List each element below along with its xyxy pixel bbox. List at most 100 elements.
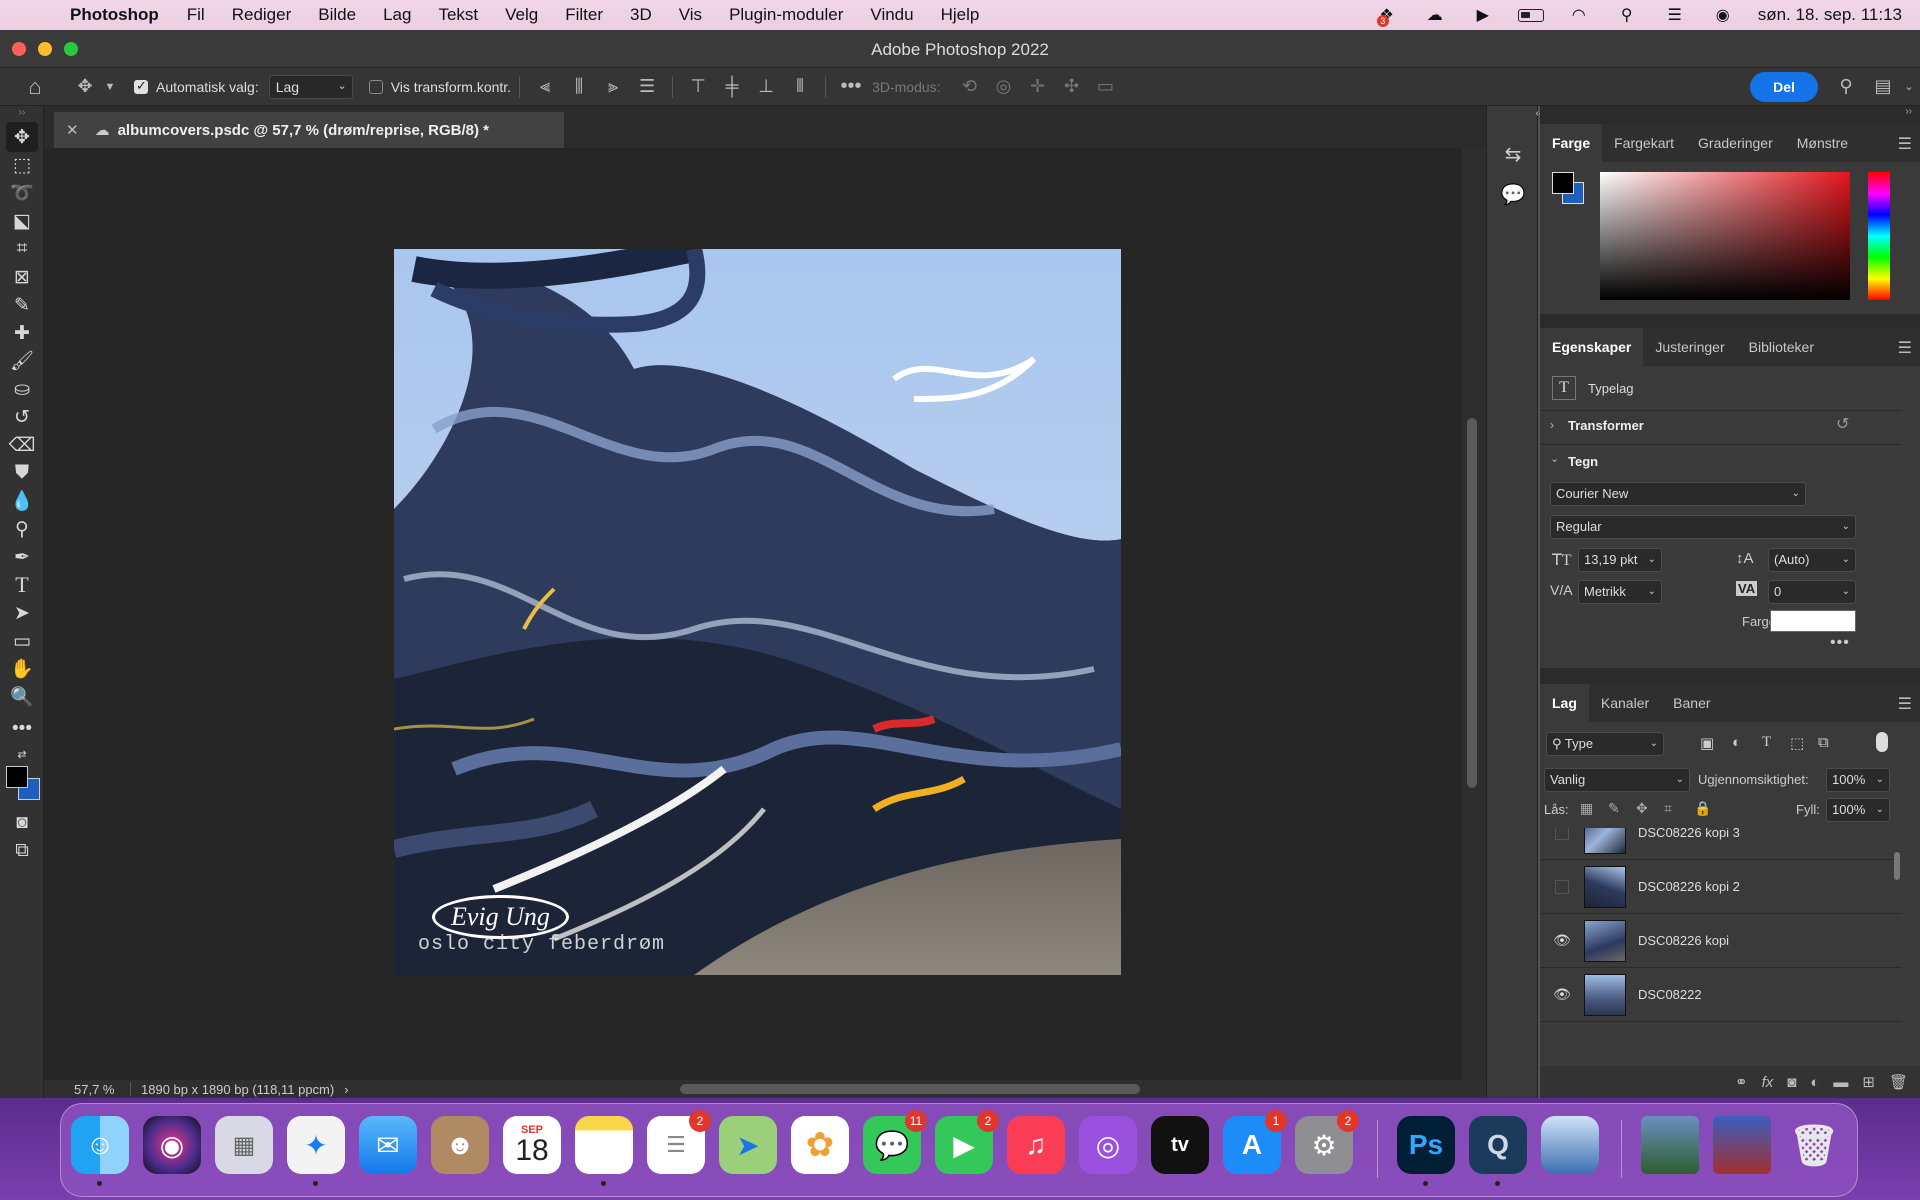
menu-rediger[interactable]: Rediger <box>232 5 292 25</box>
align-right-icon[interactable]: ⫸ <box>596 76 630 97</box>
chevron-down-icon[interactable]: ⌄ <box>1898 80 1920 93</box>
crop-tool-icon[interactable]: ⌗ <box>6 234 38 264</box>
album-cover-artwork[interactable]: Evig Ung oslo city feberdrøm <box>394 249 1121 975</box>
lock-all-icon[interactable]: 🔒 <box>1694 800 1711 817</box>
notes-icon[interactable] <box>575 1116 633 1186</box>
safari-icon[interactable]: ✦ <box>287 1116 345 1186</box>
horizontal-scroll-thumb[interactable] <box>680 1084 1140 1094</box>
auto-select-checkbox[interactable] <box>134 78 148 94</box>
filter-type-icon[interactable]: T <box>1762 734 1771 751</box>
dodge-tool-icon[interactable]: ⚲ <box>6 514 38 544</box>
section-transformer[interactable]: Transformer <box>1568 418 1644 433</box>
menu-bilde[interactable]: Bilde <box>318 5 356 25</box>
expand-panels-icon[interactable]: ›› <box>1905 106 1912 117</box>
eraser-tool-icon[interactable]: ⌫ <box>6 430 38 460</box>
menu-hjelp[interactable]: Hjelp <box>941 5 980 25</box>
chevron-right-icon[interactable]: › <box>1550 418 1554 432</box>
creative-cloud-icon[interactable]: ☁ <box>1422 5 1448 25</box>
reminders-icon[interactable]: ☰ 2 <box>647 1110 711 1174</box>
distribute-icon[interactable]: ☰ <box>630 76 664 97</box>
reset-transform-icon[interactable]: ↺ <box>1836 414 1849 434</box>
blur-tool-icon[interactable]: 💧 <box>6 486 38 516</box>
panel-menu-icon[interactable]: ☰ <box>1898 134 1912 154</box>
app-store-icon[interactable]: A1 <box>1223 1110 1287 1174</box>
dropbox-icon[interactable]: ❖3 <box>1374 5 1400 27</box>
tracking-field[interactable]: 0 ⌄ <box>1768 580 1856 604</box>
filter-toggle-icon[interactable] <box>1876 732 1888 752</box>
preview-icon[interactable] <box>1541 1116 1599 1174</box>
filter-adjustment-icon[interactable]: ◐ <box>1732 734 1741 751</box>
system-settings-icon[interactable]: ⚙ 2 <box>1295 1110 1359 1174</box>
tab-justeringer[interactable]: Justeringer <box>1643 328 1736 366</box>
comments-panel-icon[interactable]: 💬 <box>1499 180 1527 208</box>
clone-stamp-tool-icon[interactable]: ⛀ <box>6 374 38 404</box>
filter-shape-icon[interactable]: ⬚ <box>1790 734 1804 752</box>
launchpad-icon[interactable]: ▦ <box>215 1116 273 1174</box>
podcasts-icon[interactable]: ◎ <box>1079 1116 1137 1174</box>
screen-mode-icon[interactable]: ⧉ <box>6 836 38 866</box>
align-top-icon[interactable]: ⊤ <box>681 76 715 97</box>
tab-farge[interactable]: Farge <box>1540 124 1603 162</box>
menu-vis[interactable]: Vis <box>679 5 702 25</box>
photoshop-icon[interactable]: Ps <box>1397 1116 1455 1186</box>
tab-kanaler[interactable]: Kanaler <box>1589 684 1661 722</box>
auto-select-dropdown[interactable]: Lag ⌄ <box>268 74 353 99</box>
tab-biblioteker[interactable]: Biblioteker <box>1737 328 1826 366</box>
wifi-icon[interactable]: ◠ <box>1566 5 1592 25</box>
menu-velg[interactable]: Velg <box>505 5 538 25</box>
maps-icon[interactable]: ➤ <box>719 1116 777 1174</box>
align-left-icon[interactable]: ⫷ <box>528 76 562 97</box>
color-saturation-field[interactable] <box>1600 172 1850 300</box>
layer-row[interactable]: 👁 DSC08222 <box>1540 968 1902 1022</box>
eye-icon[interactable]: 👁 <box>1540 986 1584 1003</box>
show-transform-checkbox[interactable] <box>368 79 383 94</box>
paint-bucket-tool-icon[interactable]: ⛊ <box>6 458 38 488</box>
frame-tool-icon[interactable]: ⊠ <box>6 262 38 292</box>
3d-camera-icon[interactable]: ▭ <box>1089 76 1123 97</box>
calendar-icon[interactable]: SEP 18 <box>503 1116 561 1174</box>
search-icon[interactable]: ⚲ <box>1824 76 1868 97</box>
quicktime-icon[interactable]: Q <box>1469 1116 1527 1186</box>
blend-mode-dropdown[interactable]: Vanlig ⌄ <box>1544 768 1690 792</box>
workspace-icon[interactable]: ▤ <box>1868 76 1898 97</box>
menubar-clock[interactable]: søn. 18. sep. 11:13 <box>1758 5 1902 25</box>
kerning-field[interactable]: Metrikk ⌄ <box>1578 580 1662 604</box>
menu-tekst[interactable]: Tekst <box>438 5 478 25</box>
layers-scroll-thumb[interactable] <box>1894 852 1900 880</box>
menu-3d[interactable]: 3D <box>630 5 652 25</box>
messages-icon[interactable]: 💬 11 <box>863 1110 927 1174</box>
quick-mask-icon[interactable]: ◙ <box>6 808 38 838</box>
move-tool-preset-icon[interactable]: ✥ <box>70 76 100 97</box>
tab-lag[interactable]: Lag <box>1540 684 1589 722</box>
trash-icon[interactable]: 🗑 <box>1785 1116 1843 1174</box>
align-center-icon[interactable]: ⫼ <box>562 76 596 97</box>
font-family-dropdown[interactable]: Courier New ⌄ <box>1550 482 1806 506</box>
tab-graderinger[interactable]: Graderinger <box>1686 124 1785 162</box>
hand-tool-icon[interactable]: ✋ <box>6 654 38 684</box>
siri-app-icon[interactable]: ◉ <box>143 1116 201 1174</box>
new-adjustment-icon[interactable]: ◐ <box>1810 1074 1819 1091</box>
siri-icon[interactable]: ◉ <box>1710 5 1736 25</box>
share-button[interactable]: Del <box>1750 71 1818 102</box>
more-options-icon[interactable]: ••• <box>1830 634 1850 652</box>
align-middle-icon[interactable]: ╪ <box>715 76 749 97</box>
hue-slider[interactable] <box>1868 172 1890 300</box>
chevron-down-icon[interactable]: ⌄ <box>1550 452 1559 465</box>
delete-layer-icon[interactable]: 🗑 <box>1889 1073 1908 1091</box>
facetime-icon[interactable]: ▶ 2 <box>935 1110 999 1174</box>
eyedropper-tool-icon[interactable]: ✎ <box>6 290 38 320</box>
control-center-icon[interactable]: ☰ <box>1662 5 1688 25</box>
distribute-vertical-icon[interactable]: ⫴ <box>783 76 817 97</box>
layer-visibility-toggle[interactable] <box>1555 828 1569 840</box>
path-selection-tool-icon[interactable]: ➤ <box>6 598 38 628</box>
brush-tool-icon[interactable]: 🖌 <box>6 346 38 376</box>
menu-plugin-moduler[interactable]: Plugin-moduler <box>729 5 843 25</box>
swap-colors-icon[interactable]: ⇄ <box>6 746 38 762</box>
lasso-tool-icon[interactable]: ➰ <box>6 178 38 208</box>
move-tool-icon[interactable]: ✥ <box>6 122 38 152</box>
link-layers-icon[interactable]: ⚭ <box>1735 1073 1748 1091</box>
color-foreground-swatch[interactable] <box>1552 172 1574 194</box>
opacity-field[interactable]: 100% ⌄ <box>1826 768 1890 792</box>
filter-smart-object-icon[interactable]: ⧉ <box>1818 734 1829 751</box>
object-selection-tool-icon[interactable]: ⬕ <box>6 206 38 236</box>
